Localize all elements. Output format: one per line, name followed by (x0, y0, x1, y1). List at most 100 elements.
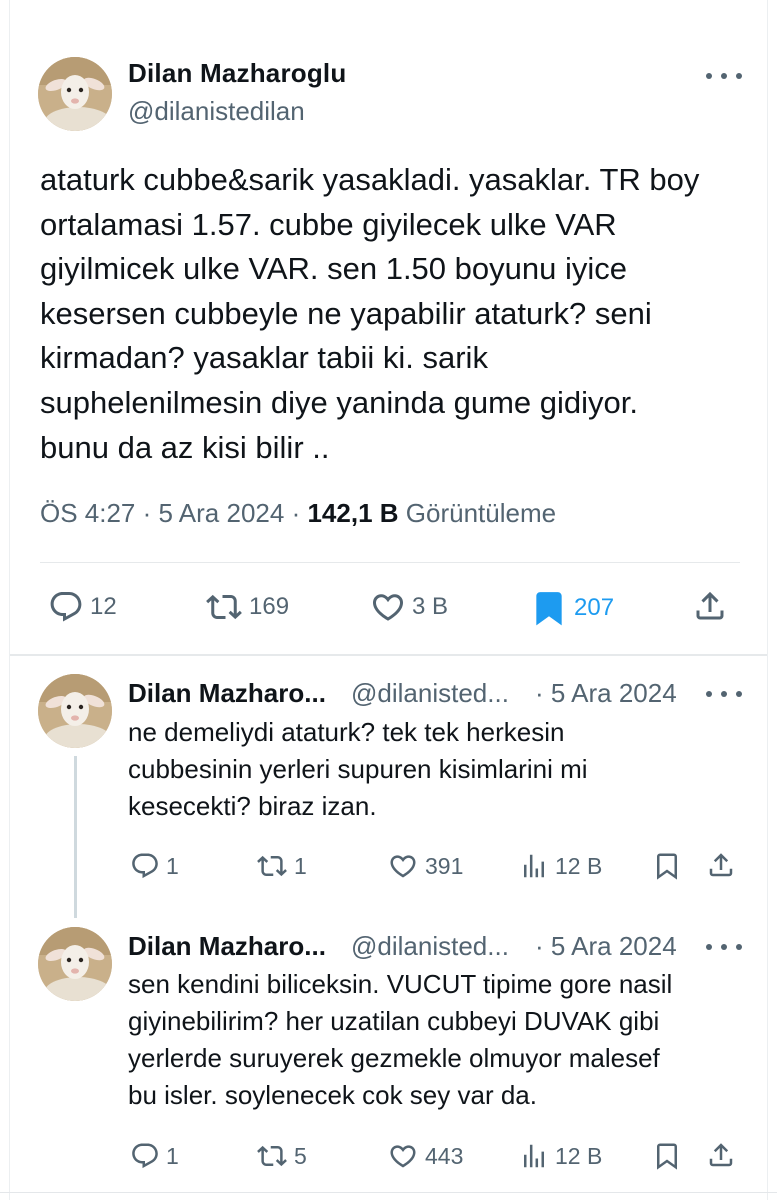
bottom-border (0, 1192, 777, 1193)
like-count: 443 (425, 1142, 464, 1169)
views-count: 12 B (555, 852, 603, 879)
lamb-avatar-image (38, 674, 112, 748)
views-label: Görüntüleme (405, 498, 557, 528)
reply-button[interactable]: 1 (130, 851, 179, 881)
reply-text-line: sen kendini biliceksin. VUCUT tipime gor… (128, 969, 673, 999)
author-name[interactable]: Dilan Mazharoglu (128, 58, 346, 89)
bookmark-button[interactable] (652, 851, 682, 881)
tweet-text-line: giyilmicek ulke VAR. sen 1.50 boyunu iyi… (40, 251, 627, 287)
reply-author-handle[interactable]: @dilanisted... (351, 678, 509, 709)
meta-separator: · (291, 498, 301, 528)
more-dot (706, 73, 712, 79)
views-button[interactable]: 12 B (519, 851, 602, 881)
reply-icon (130, 1141, 160, 1171)
more-dot (736, 944, 742, 950)
repost-button[interactable]: 169 (205, 589, 289, 625)
reply-text-line: cubbesinin yerleri supuren kisimlarini m… (128, 754, 588, 784)
share-button[interactable] (706, 850, 736, 880)
thread-connector-line (74, 756, 77, 918)
tweet-meta: ÖS 4:27 · 5 Ara 2024 · 142,1 B Görüntüle… (40, 498, 556, 529)
reply-icon (130, 851, 160, 881)
reply-date[interactable]: · 5 Ara 2024 (535, 678, 677, 709)
reply-icon (48, 589, 84, 625)
section-divider (10, 654, 767, 656)
more-dot (721, 73, 727, 79)
repost-icon (256, 1141, 288, 1171)
repost-count: 1 (294, 852, 307, 879)
avatar[interactable] (38, 674, 112, 748)
bookmark-button[interactable]: 207 (530, 589, 614, 627)
repost-icon (256, 851, 288, 881)
more-dot (706, 691, 712, 697)
more-dot (706, 944, 712, 950)
avatar[interactable] (38, 927, 112, 1001)
tweet-text-line: ortalamasi 1.57. cubbe giyilecek ulke VA… (40, 206, 617, 242)
reply-button[interactable]: 1 (130, 1141, 179, 1171)
views-count[interactable]: 142,1 B (307, 498, 398, 528)
reply-text-line: bu isler. soylenecek cok sey var da. (128, 1080, 537, 1110)
bookmark-icon (652, 851, 682, 881)
lamb-avatar-image (38, 57, 112, 131)
more-dot (721, 944, 727, 950)
share-icon (706, 1140, 736, 1170)
tweet-text-line: ataturk cubbe&sarik yasakladi. yasaklar.… (40, 162, 700, 197)
avatar[interactable] (38, 57, 112, 131)
repost-button[interactable]: 5 (256, 1141, 307, 1171)
views-count: 12 B (555, 1142, 603, 1169)
tweet-text-line: kesersen cubbeyle ne yapabilir ataturk? … (40, 295, 652, 331)
like-count: 391 (425, 852, 464, 879)
like-button[interactable]: 3 B (370, 589, 448, 625)
reply-text-line: ne demeliydi ataturk? tek tek herkesin (128, 717, 565, 747)
more-dot (736, 73, 742, 79)
like-count: 3 B (412, 593, 449, 620)
reply-count: 1 (166, 1142, 179, 1169)
more-icon[interactable] (706, 939, 742, 955)
author-handle[interactable]: @dilanistedilan (128, 96, 305, 127)
repost-button[interactable]: 1 (256, 851, 307, 881)
heart-icon (387, 851, 419, 881)
tweet-date[interactable]: 5 Ara 2024 (159, 498, 285, 528)
reply-author-name[interactable]: Dilan Mazharo... (128, 931, 326, 962)
share-button[interactable] (692, 588, 728, 624)
like-button[interactable]: 443 (387, 1141, 463, 1171)
bookmark-icon (530, 589, 568, 627)
tweet-time[interactable]: ÖS 4:27 (40, 498, 135, 528)
meta-separator: · (142, 498, 152, 528)
analytics-icon (519, 1141, 549, 1171)
repost-count: 169 (249, 593, 290, 620)
reply-author-handle[interactable]: @dilanisted... (351, 931, 509, 962)
reply-text-line: giyinebilirim? her uzatilan cubbeyi DUVA… (128, 1006, 660, 1036)
repost-icon (205, 589, 243, 625)
share-icon (706, 850, 736, 880)
more-dot (736, 691, 742, 697)
reply-count: 12 (90, 593, 117, 620)
heart-icon (387, 1141, 419, 1171)
tweet-text-line: kirmadan? yasaklar tabii ki. sarik (40, 340, 488, 376)
tweet-text-line: suphelenilmesin diye yaninda gume gidiyo… (40, 384, 638, 420)
frame-left-border (9, 0, 10, 1200)
frame-right-border (767, 0, 768, 1200)
reply-date[interactable]: · 5 Ara 2024 (535, 931, 677, 962)
share-icon (692, 588, 728, 624)
more-icon[interactable] (706, 686, 742, 702)
reply-text-line: yerlerde suruyerek gezmekle olmuyor male… (128, 1043, 660, 1073)
reply-author-name[interactable]: Dilan Mazharo... (128, 678, 326, 709)
lamb-avatar-image (38, 927, 112, 1001)
reply-text: sen kendini biliceksin. VUCUT tipime gor… (128, 966, 728, 1114)
tweet-text-line: bunu da az kisi bilir .. (40, 429, 330, 465)
reply-text: ne demeliydi ataturk? tek tek herkesin c… (128, 714, 728, 825)
heart-icon (370, 589, 406, 625)
reply-count: 1 (166, 852, 179, 879)
bookmark-button[interactable] (652, 1141, 682, 1171)
repost-count: 5 (294, 1142, 307, 1169)
like-button[interactable]: 391 (387, 851, 463, 881)
more-icon[interactable] (706, 68, 742, 84)
bookmark-icon (652, 1141, 682, 1171)
reply-button[interactable]: 12 (48, 589, 117, 625)
reply-text-line: kesecekti? biraz izan. (128, 791, 377, 821)
more-dot (721, 691, 727, 697)
bookmark-count: 207 (574, 594, 615, 621)
divider (40, 562, 740, 563)
views-button[interactable]: 12 B (519, 1141, 602, 1171)
share-button[interactable] (706, 1140, 736, 1170)
